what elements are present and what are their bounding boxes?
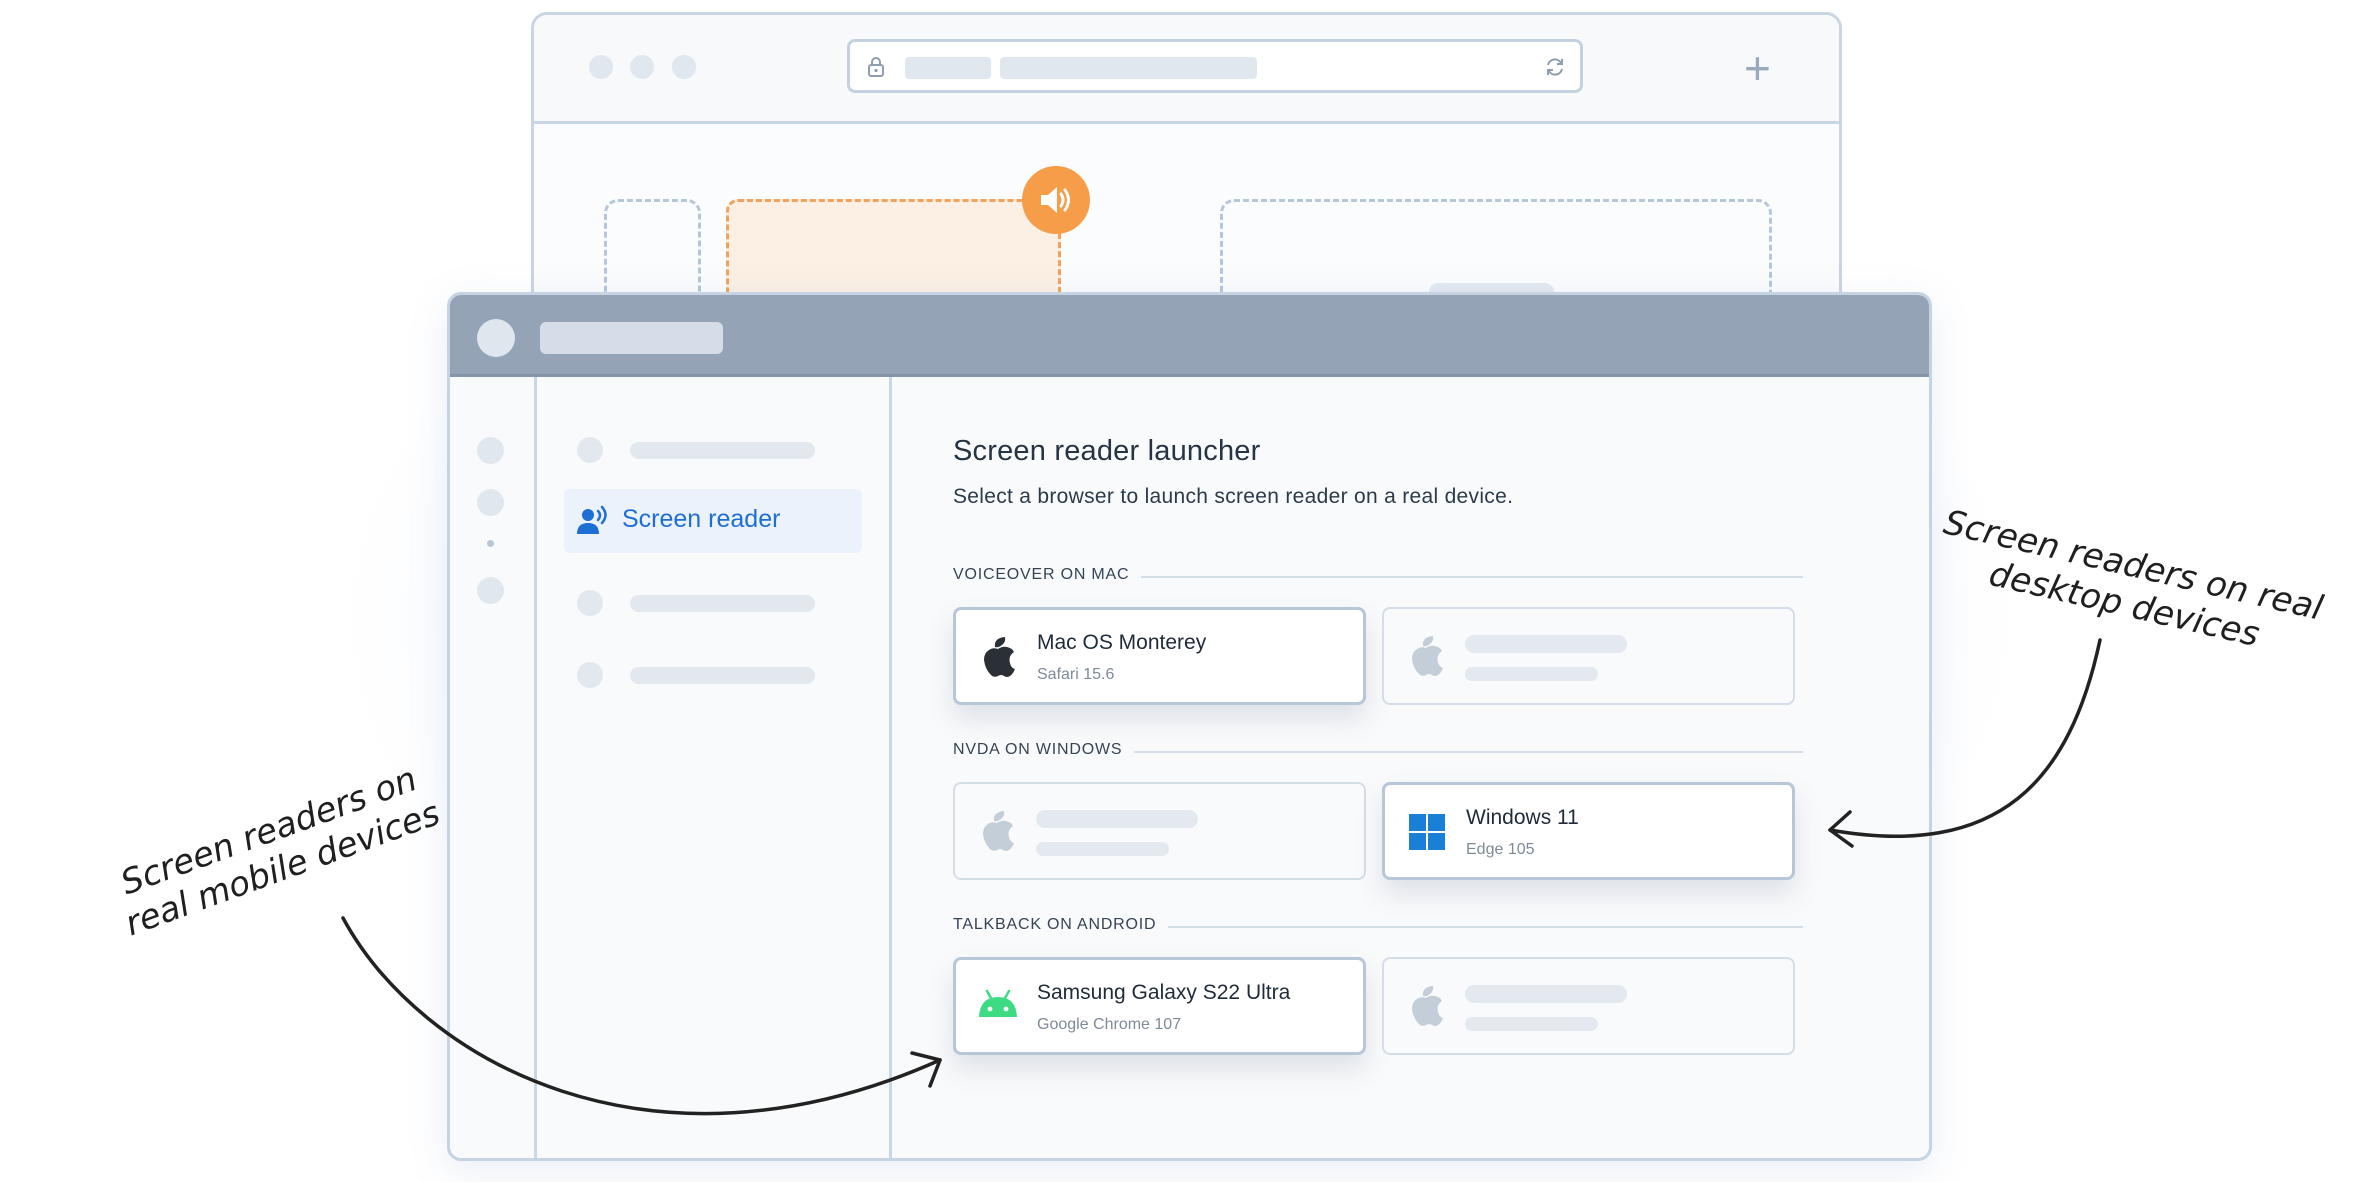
arrow-to-windows: [1828, 638, 2102, 839]
annotation-arrows: [341, 638, 2102, 1116]
arrow-to-android: [341, 916, 942, 1116]
